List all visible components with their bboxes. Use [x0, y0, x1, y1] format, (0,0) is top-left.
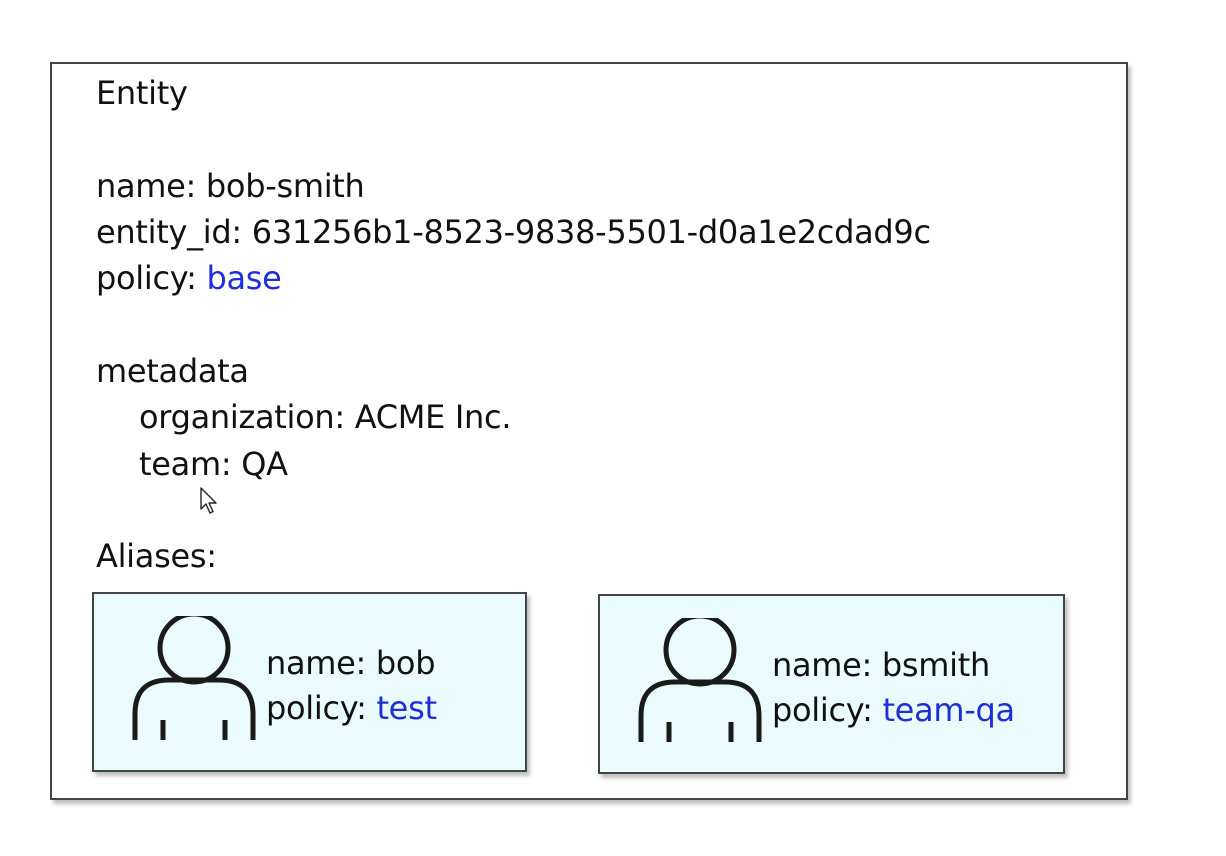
alias-name-value: bob	[375, 644, 436, 682]
entity-policy-label: policy:	[96, 259, 197, 297]
mouse-cursor-icon	[200, 487, 217, 514]
entity-policy-row: policy: base	[96, 259, 282, 297]
alias-name-label: name:	[772, 646, 873, 684]
metadata-team-row: team: QA	[139, 445, 288, 483]
entity-title: Entity	[96, 74, 188, 112]
organization-label: organization:	[139, 398, 345, 436]
alias-box-2: name: bsmith policy: team-qa	[598, 594, 1065, 774]
alias-policy-label: policy:	[266, 689, 367, 727]
entity-id-label: entity_id:	[96, 213, 242, 251]
entity-name-value: bob-smith	[205, 167, 365, 205]
metadata-organization-row: organization: ACME Inc.	[139, 398, 512, 436]
entity-name-row: name: bob-smith	[96, 167, 365, 205]
entity-id-row: entity_id: 631256b1-8523-9838-5501-d0a1e…	[96, 213, 931, 251]
alias-name-label: name:	[266, 644, 367, 682]
alias-policy-value: team-qa	[882, 691, 1015, 729]
alias-name-row: name: bob	[266, 644, 436, 682]
alias-name-row: name: bsmith	[772, 646, 990, 684]
person-icon	[638, 618, 762, 742]
entity-policy-value: base	[206, 259, 282, 297]
team-value: QA	[241, 445, 288, 483]
team-label: team:	[139, 445, 232, 483]
alias-policy-row: policy: team-qa	[772, 691, 1015, 729]
alias-policy-value: test	[376, 689, 437, 727]
page: Entity name: bob-smith entity_id: 631256…	[0, 0, 1226, 856]
entity-id-value: 631256b1-8523-9838-5501-d0a1e2cdad9c	[251, 213, 931, 251]
alias-box-1: name: bob policy: test	[92, 592, 527, 772]
aliases-title: Aliases:	[96, 537, 217, 575]
person-icon	[132, 616, 256, 740]
entity-name-label: name:	[96, 167, 197, 205]
alias-policy-label: policy:	[772, 691, 873, 729]
organization-value: ACME Inc.	[354, 398, 512, 436]
alias-policy-row: policy: test	[266, 689, 437, 727]
metadata-title: metadata	[96, 352, 249, 390]
alias-name-value: bsmith	[881, 646, 990, 684]
